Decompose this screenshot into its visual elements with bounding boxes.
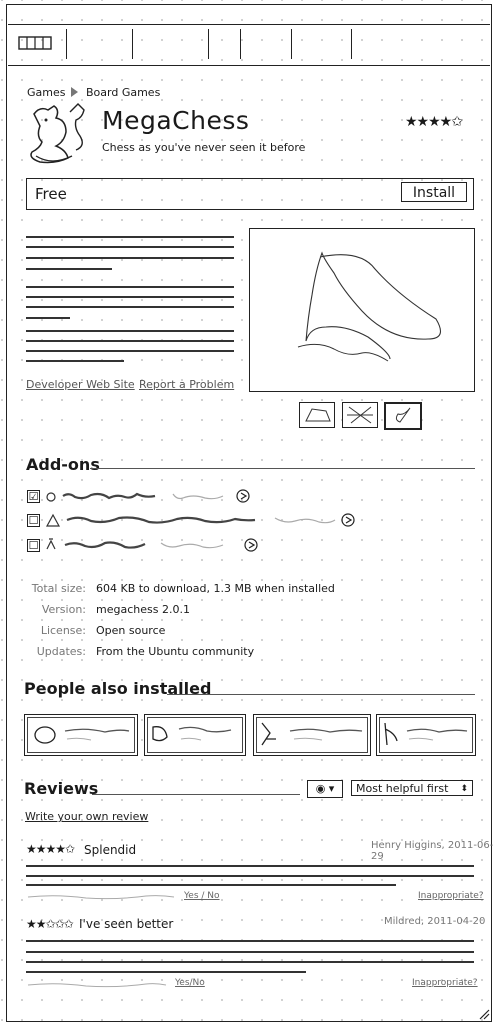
- app-screenshot[interactable]: [249, 228, 475, 392]
- related-app-3-icon: [261, 722, 363, 746]
- updates-value: From the Ubuntu community: [96, 645, 255, 658]
- review-1-author: Henry Higgins, 2011-06-29: [371, 840, 494, 862]
- updates-label: Updates:: [36, 645, 86, 658]
- review-sort-value: Most helpful first: [356, 782, 449, 795]
- toolbar-button-6[interactable]: [351, 29, 376, 59]
- review-1-stars: ★★★★✩: [26, 842, 75, 856]
- review-1-inappropriate-link[interactable]: Inappropriate?: [418, 891, 484, 901]
- addon-row-1: ☑: [27, 488, 287, 506]
- toolbar-button-5[interactable]: [291, 29, 316, 59]
- breadcrumb-separator-icon: [71, 87, 78, 97]
- version-value: megachess 2.0.1: [96, 603, 190, 616]
- review-1-helpful-text: [27, 895, 175, 900]
- review-2-stars: ★★✩✩✩: [26, 917, 74, 931]
- addon-row-2: ☐: [27, 512, 357, 530]
- app-title: MegaChess: [102, 106, 250, 135]
- review-2-helpful-text: [27, 983, 167, 988]
- related-app-3[interactable]: [253, 714, 371, 756]
- addon-row-3: ☐: [27, 537, 287, 555]
- thumb-3-image: [395, 407, 411, 423]
- review-2-inappropriate-link[interactable]: Inappropriate?: [412, 978, 478, 988]
- review-2-helpful-links[interactable]: Yes/No: [175, 978, 205, 988]
- addon-checkbox-1[interactable]: ☑: [27, 490, 40, 503]
- write-review-link[interactable]: Write your own review: [25, 810, 148, 823]
- breadcrumb-board-games[interactable]: Board Games: [86, 86, 160, 99]
- addon-1-text-icon: [46, 489, 250, 503]
- breadcrumb-games[interactable]: Games: [27, 86, 65, 99]
- related-app-4-icon: [384, 722, 468, 746]
- screenshot-sketch-image: [297, 251, 442, 362]
- select-arrows-icon: ⬍: [460, 784, 468, 794]
- reviews-heading: Reviews: [24, 779, 99, 798]
- developer-website-link[interactable]: Developer Web Site: [26, 378, 135, 391]
- related-app-2-icon: [152, 726, 232, 742]
- related-app-2[interactable]: [144, 714, 246, 756]
- review-sort-select[interactable]: Most helpful first ⬍: [351, 780, 473, 796]
- addon-2-text-icon: [45, 513, 355, 527]
- screenshot-thumb-1[interactable]: [299, 402, 335, 428]
- also-installed-rule: [167, 694, 475, 696]
- app-subtitle: Chess as you've never seen it before: [102, 141, 306, 154]
- related-app-1-icon: [34, 726, 130, 744]
- toolbar-button-4[interactable]: [240, 29, 265, 59]
- toolbar-button-1[interactable]: [66, 29, 127, 59]
- total-size-value: 604 KB to download, 1.3 MB when installe…: [96, 582, 335, 595]
- version-label: Version:: [41, 603, 86, 616]
- addons-heading: Add-ons: [26, 455, 100, 474]
- addon-checkbox-2[interactable]: ☐: [27, 514, 40, 527]
- toolbar: [8, 24, 490, 66]
- review-1-helpful-links[interactable]: Yes / No: [184, 891, 220, 901]
- report-problem-link[interactable]: Report a Problem: [139, 378, 234, 391]
- app-logo-icon: [30, 103, 85, 164]
- reviews-rule: [92, 794, 300, 796]
- screenshot-thumb-3[interactable]: [384, 402, 422, 430]
- total-size-label: Total size:: [31, 582, 86, 595]
- related-app-1[interactable]: [24, 714, 138, 756]
- app-rating: ★★★★✩: [405, 114, 463, 130]
- price-label: Free: [35, 185, 67, 203]
- thumb-2-image: [347, 406, 373, 424]
- addon-3-text-icon: [46, 538, 258, 552]
- view-switcher-icon[interactable]: [18, 35, 52, 51]
- resize-grip-icon[interactable]: [478, 1006, 490, 1020]
- review-2-title: I've seen better: [79, 917, 174, 931]
- addon-checkbox-3[interactable]: ☐: [27, 539, 40, 552]
- license-label: License:: [40, 624, 86, 637]
- toolbar-button-2[interactable]: [132, 29, 157, 59]
- license-value: Open source: [96, 624, 166, 637]
- thumb-1-image: [305, 408, 331, 422]
- screenshot-thumb-2[interactable]: [342, 402, 378, 428]
- review-1-title: Splendid: [84, 843, 137, 857]
- related-app-4[interactable]: [376, 714, 476, 756]
- review-2-author: Mildred, 2011-04-20: [384, 916, 486, 927]
- install-button[interactable]: Install: [401, 182, 467, 202]
- addons-rule: [90, 468, 475, 470]
- price-bar: Free Install: [26, 178, 474, 210]
- review-language-select[interactable]: ◉ ▾: [307, 780, 343, 798]
- toolbar-button-3[interactable]: [208, 29, 233, 59]
